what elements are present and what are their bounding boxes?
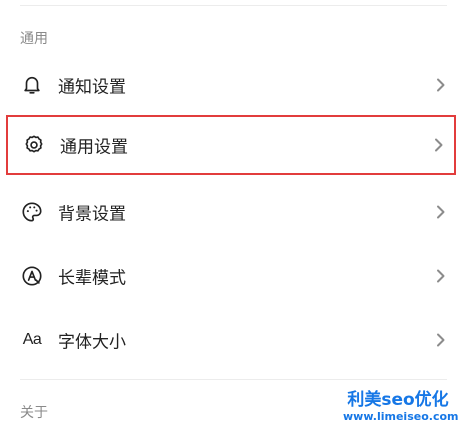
settings-row-general[interactable]: 通用设置 bbox=[6, 115, 456, 175]
section-label-about: 关于 bbox=[20, 405, 48, 421]
chevron-right-icon bbox=[434, 333, 448, 347]
bell-icon bbox=[20, 73, 44, 97]
settings-row-label: 背景设置 bbox=[58, 204, 126, 225]
chevron-right-icon bbox=[434, 78, 448, 92]
settings-row-elder-mode[interactable]: 长辈模式 bbox=[6, 248, 456, 304]
section-label-general: 通用 bbox=[20, 31, 48, 47]
watermark-title: 利美seo优化 bbox=[347, 390, 449, 410]
settings-row-notify[interactable]: 通知设置 bbox=[6, 57, 456, 113]
settings-row-font-size[interactable]: Aa 字体大小 bbox=[6, 312, 456, 368]
settings-row-label: 通用设置 bbox=[60, 137, 128, 158]
chevron-right-icon bbox=[434, 269, 448, 283]
section-divider bbox=[20, 379, 447, 380]
top-divider bbox=[20, 5, 447, 6]
watermark-url: www.limeiseo.com bbox=[343, 410, 459, 423]
settings-page: 通用 通知设置 通用设置 背景设置 长辈模式 Aa 字体大小 关于 利美seo优… bbox=[0, 0, 461, 428]
watermark-logo: 利美seo优化 www.limeiseo.com bbox=[343, 390, 459, 424]
chevron-right-icon bbox=[434, 205, 448, 219]
palette-icon bbox=[20, 200, 44, 224]
font-size-icon: Aa bbox=[20, 328, 44, 352]
settings-row-label: 通知设置 bbox=[58, 77, 126, 98]
settings-row-label: 长辈模式 bbox=[58, 268, 126, 289]
chevron-right-icon bbox=[432, 138, 446, 152]
settings-row-background[interactable]: 背景设置 bbox=[6, 184, 456, 240]
elder-mode-icon bbox=[20, 264, 44, 288]
gear-icon bbox=[22, 133, 46, 157]
font-size-icon-text: Aa bbox=[22, 331, 42, 348]
settings-row-label: 字体大小 bbox=[58, 332, 126, 353]
